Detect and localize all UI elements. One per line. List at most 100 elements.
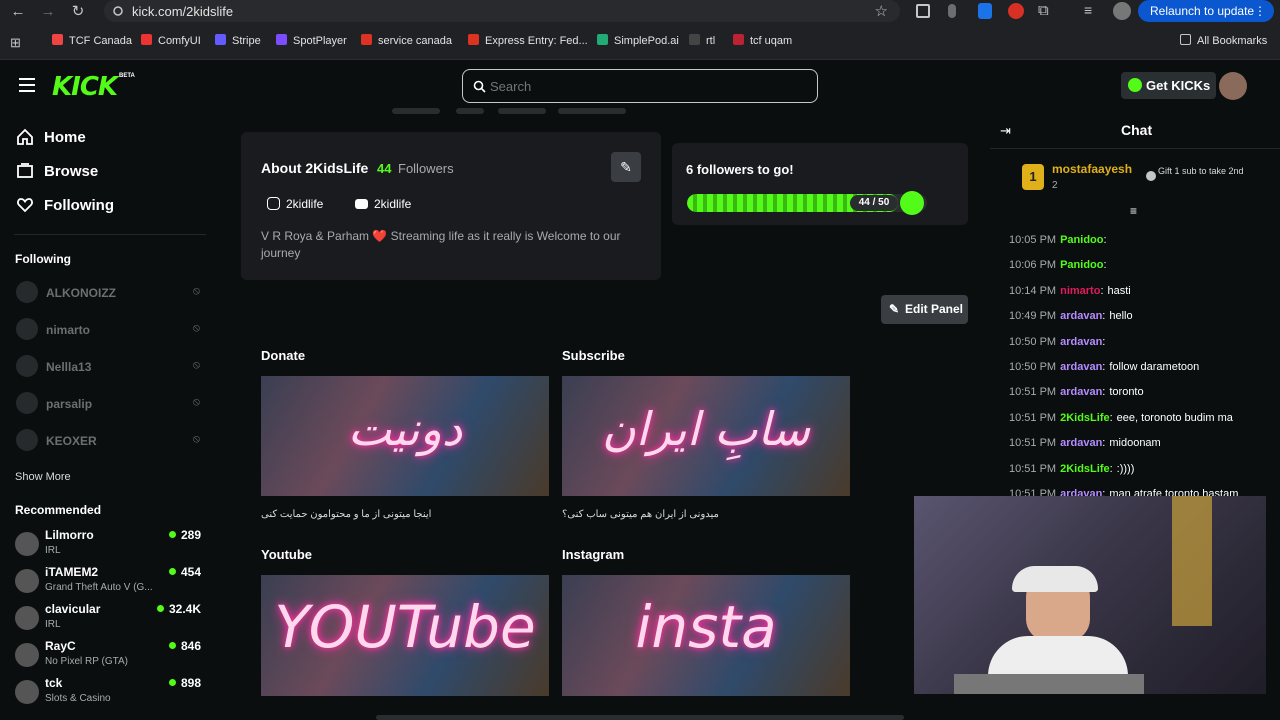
menu-hamburger-icon[interactable] <box>19 78 35 92</box>
panel-image[interactable]: YOUTube <box>261 575 549 696</box>
viewer-count: 289 <box>168 528 201 542</box>
bookmark-item[interactable]: Stripe <box>215 34 261 47</box>
bookmark-item[interactable]: rtl <box>689 34 715 47</box>
following-item[interactable]: ALKONOIZZ ⦸ <box>16 281 206 305</box>
channel-name: Lilmorro <box>45 528 94 542</box>
recommended-item[interactable]: Lilmorro IRL 289 <box>15 528 205 564</box>
bookmark-label: rtl <box>706 35 716 47</box>
back-icon[interactable]: ← <box>8 2 28 22</box>
reload-icon[interactable]: ↻ <box>68 2 88 22</box>
following-name: nimarto <box>46 323 91 337</box>
mic-icon[interactable] <box>948 4 956 18</box>
extension-badge-icon[interactable] <box>1008 3 1024 19</box>
bookmark-item[interactable]: ComfyUI <box>141 34 201 47</box>
panel-image[interactable]: insta <box>562 575 850 696</box>
following-item[interactable]: Nellla13 ⦸ <box>16 355 206 379</box>
heart-icon <box>17 198 33 213</box>
recommended-item[interactable]: tck Slots & Casino 898 <box>15 676 205 712</box>
bookmark-item[interactable]: SpotPlayer <box>276 34 347 47</box>
avatar <box>15 606 39 630</box>
browse-icon <box>17 163 33 178</box>
forward-icon[interactable]: → <box>38 2 58 22</box>
panel-image[interactable]: سابِ ایران <box>562 376 850 496</box>
get-kicks-button[interactable]: Get KICKs <box>1121 72 1216 99</box>
profile-avatar-icon[interactable] <box>1113 2 1131 20</box>
message-user[interactable]: Panidoo <box>1060 259 1103 271</box>
recommended-section-title: Recommended <box>15 503 102 517</box>
edit-about-button[interactable]: ✎ <box>611 152 641 182</box>
chat-message: 10:51 PM ardavan: toronto <box>1009 386 1144 398</box>
qr-icon[interactable] <box>916 4 930 18</box>
about-title: About 2KidsLife <box>261 160 369 176</box>
bookmark-favicon-icon <box>733 34 744 45</box>
address-bar[interactable]: kick.com/2kidslife ☆ <box>104 0 900 22</box>
media-control-icon[interactable]: ≡ <box>1084 2 1092 18</box>
neon-text: insta <box>635 593 777 661</box>
viewer-count: 846 <box>168 639 201 653</box>
recommended-item[interactable]: iTAMEM2 Grand Theft Auto V (G... 454 <box>15 565 205 601</box>
extensions-puzzle-icon[interactable]: ⧉ <box>1038 2 1049 19</box>
bookmark-item[interactable]: service canada <box>361 34 452 47</box>
bookmark-favicon-icon <box>52 34 63 45</box>
message-user[interactable]: ardavan <box>1060 336 1102 348</box>
channel-name: iTAMEM2 <box>45 565 99 579</box>
more-vert-icon[interactable]: ⋮ <box>1254 0 1266 22</box>
avatar <box>16 355 38 377</box>
channel-category: IRL <box>45 545 61 556</box>
bookmark-star-icon[interactable]: ☆ <box>875 2 888 20</box>
show-more-link[interactable]: Show More <box>15 471 71 483</box>
message-user[interactable]: ardavan <box>1060 386 1102 398</box>
panel-image[interactable]: دونیت <box>261 376 549 496</box>
search-input[interactable] <box>490 76 790 96</box>
youtube-link[interactable]: 2kidlife <box>355 197 411 211</box>
chat-message: 10:51 PM 2KidsLife::)))) <box>1009 463 1134 475</box>
webcam-video[interactable] <box>914 496 1266 694</box>
message-time: 10:05 PM <box>1009 234 1057 246</box>
collapse-chat-icon[interactable]: ⇥ <box>1000 123 1011 139</box>
apps-grid-icon[interactable]: ⊞ <box>10 35 21 51</box>
goal-title: 6 followers to go! <box>686 162 794 177</box>
horizontal-scrollbar[interactable] <box>376 715 904 720</box>
message-time: 10:51 PM <box>1009 462 1057 475</box>
message-user[interactable]: ardavan <box>1060 310 1102 322</box>
recommended-item[interactable]: RayC No Pixel RP (GTA) 846 <box>15 639 205 675</box>
chat-message: 10:50 PM ardavan: follow darametoon <box>1009 361 1199 373</box>
chat-title: Chat <box>1121 122 1153 138</box>
bookmark-item[interactable]: tcf uqam <box>733 34 792 47</box>
all-bookmarks[interactable]: All Bookmarks <box>1180 34 1267 47</box>
expand-leaderboard-icon[interactable]: ≡ <box>1130 204 1137 218</box>
bookmark-favicon-icon <box>276 34 287 45</box>
following-item[interactable]: nimarto ⦸ <box>16 318 206 342</box>
message-user[interactable]: 2KidsLife <box>1060 463 1110 475</box>
bookmark-item[interactable]: SimplePod.ai <box>597 34 679 47</box>
pinned-user[interactable]: mostafaayesh <box>1052 162 1132 176</box>
site-info-icon[interactable] <box>112 5 124 17</box>
relaunch-button[interactable]: Relaunch to update ⋮ <box>1138 0 1274 22</box>
search-box[interactable] <box>462 69 818 103</box>
message-separator: : <box>1102 310 1106 323</box>
gift-sub-text[interactable]: Gift 1 sub to take 2nd <box>1158 166 1258 176</box>
bookmark-item[interactable]: Express Entry: Fed... <box>468 34 588 47</box>
user-avatar[interactable] <box>1219 72 1247 100</box>
edit-panel-button[interactable]: ✎ Edit Panel <box>881 295 968 324</box>
chat-message: 10:05 PM Panidoo: <box>1009 234 1111 246</box>
instagram-link[interactable]: 2kidlife <box>267 197 323 211</box>
message-text: follow darametoon <box>1109 361 1200 373</box>
kick-logo[interactable]: KICK <box>52 72 118 102</box>
message-time: 10:06 PM <box>1009 259 1057 272</box>
shield-extension-icon[interactable] <box>978 3 992 19</box>
live-dot-icon <box>168 679 176 686</box>
recommended-item[interactable]: clavicular IRL 32.4K <box>15 602 205 638</box>
message-user[interactable]: ardavan <box>1060 361 1102 373</box>
channel-name: RayC <box>45 639 76 653</box>
site-header: KICK BETA Get KICKs <box>0 60 1280 112</box>
following-item[interactable]: parsalip ⦸ <box>16 392 206 416</box>
following-item[interactable]: KEOXER ⦸ <box>16 429 206 453</box>
message-user[interactable]: Panidoo <box>1060 234 1103 246</box>
bookmark-label: Express Entry: Fed... <box>485 35 588 47</box>
message-user[interactable]: ardavan <box>1060 437 1102 449</box>
bookmark-item[interactable]: TCF Canada <box>52 34 132 47</box>
following-name: Nellla13 <box>46 360 92 374</box>
message-user[interactable]: nimarto <box>1060 285 1100 297</box>
message-user[interactable]: 2KidsLife <box>1060 412 1110 424</box>
